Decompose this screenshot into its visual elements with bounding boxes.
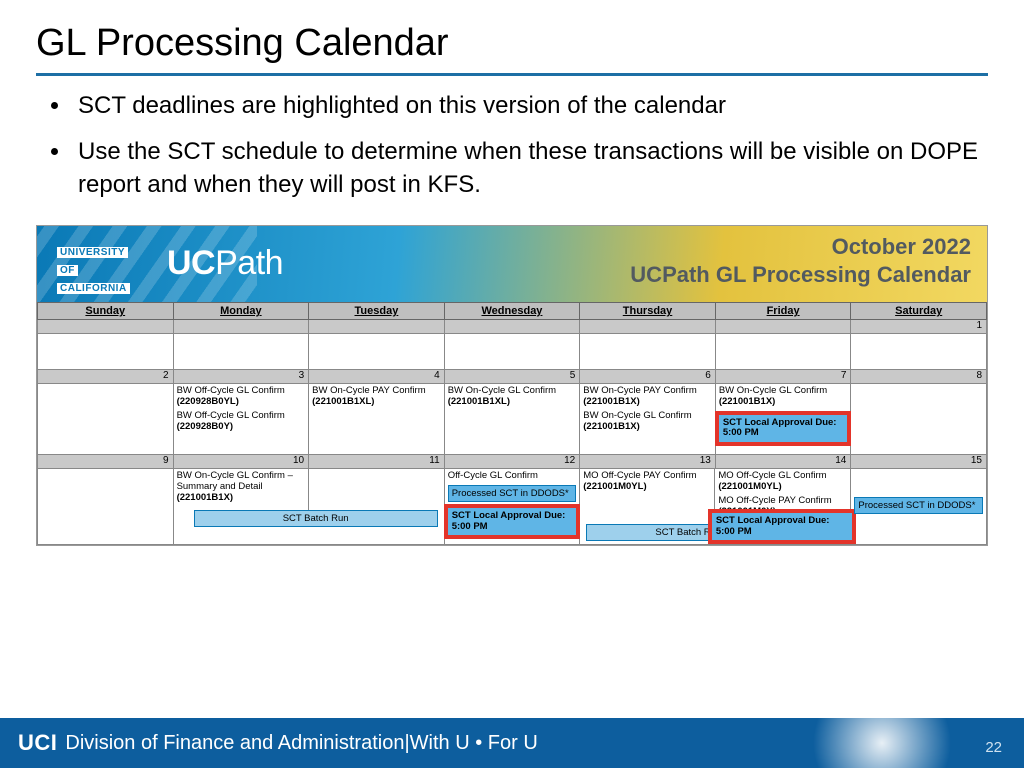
date-number: 9	[38, 455, 174, 469]
week-row	[38, 334, 987, 370]
weekday-header: Tuesday	[309, 303, 445, 320]
date-number	[173, 320, 309, 334]
date-number: 8	[851, 370, 987, 384]
calendar-event: BW Off-Cycle GL Confirm (220928B0Y)	[177, 411, 306, 433]
date-number: 12	[444, 455, 580, 469]
sct-processed-bar: Processed SCT in DDODS*	[448, 485, 577, 502]
date-number: 4	[309, 370, 445, 384]
calendar-event: BW On-Cycle PAY Confirm (221001B1XL)	[312, 386, 441, 408]
date-number: 7	[715, 370, 851, 384]
weekday-header: Friday	[715, 303, 851, 320]
weekday-header: Thursday	[580, 303, 716, 320]
calendar-event: BW On-Cycle GL Confirm (221001B1XL)	[448, 386, 577, 408]
calendar-event: BW On-Cycle GL Confirm – Summary and Det…	[177, 471, 305, 504]
date-number: 1	[851, 320, 987, 334]
slide-title: GL Processing Calendar	[0, 0, 1024, 73]
bullet-item: SCT deadlines are highlighted on this ve…	[72, 90, 988, 122]
calendar-event: MO Off-Cycle PAY Confirm (221001M0YL)	[583, 471, 711, 493]
uc-logo-line: CALIFORNIA	[57, 283, 130, 294]
date-number: 2	[38, 370, 174, 384]
slide-footer: UCI Division of Finance and Administrati…	[0, 718, 1024, 768]
calendar-event: Off-Cycle GL Confirm	[448, 471, 577, 482]
date-number	[715, 320, 851, 334]
sct-processed-bar: Processed SCT in DDODS*	[854, 497, 983, 514]
calendar-event: BW On-Cycle GL Confirm (221001B1X)	[719, 386, 848, 408]
date-number: 11	[309, 455, 445, 469]
calendar-event: BW Off-Cycle GL Confirm (220928B0YL)	[177, 386, 306, 408]
calendar-subtitle: UCPath GL Processing Calendar	[630, 262, 971, 288]
date-number	[38, 320, 174, 334]
footer-glow	[774, 718, 954, 768]
footer-division: Division of Finance and Administration	[65, 732, 404, 755]
date-number	[444, 320, 580, 334]
bullet-item: Use the SCT schedule to determine when t…	[72, 136, 988, 201]
calendar-image: UNIVERSITY OF CALIFORNIA UCPath October …	[36, 225, 988, 546]
week-row: BW On-Cycle GL Confirm – Summary and Det…	[38, 469, 987, 545]
date-number: 15	[851, 455, 987, 469]
weekday-header-row: Sunday Monday Tuesday Wednesday Thursday…	[38, 303, 987, 320]
title-rule	[36, 73, 988, 76]
date-number: 10	[173, 455, 309, 469]
calendar-grid: Sunday Monday Tuesday Wednesday Thursday…	[37, 302, 987, 545]
uc-logo-line: UNIVERSITY	[57, 247, 128, 258]
sct-approval-due: SCT Local Approval Due: 5:00 PM	[708, 509, 857, 544]
uci-logo-text: UCI	[18, 730, 57, 756]
sct-batch-run-bar: SCT Batch Run	[194, 510, 438, 527]
calendar-event: BW On-Cycle PAY Confirm (221001B1X)	[583, 386, 712, 408]
date-number	[580, 320, 716, 334]
date-number: 13	[580, 455, 716, 469]
date-number: 6	[580, 370, 716, 384]
weekday-header: Monday	[173, 303, 309, 320]
sct-approval-due: SCT Local Approval Due: 5:00 PM	[715, 411, 852, 446]
calendar-event: MO Off-Cycle GL Confirm (221001M0YL)	[718, 471, 847, 493]
calendar-event: BW On-Cycle GL Confirm (221001B1X)	[583, 411, 712, 433]
weekday-header: Saturday	[851, 303, 987, 320]
weekday-header: Wednesday	[444, 303, 580, 320]
ucpath-wordmark: UCPath	[167, 244, 283, 283]
date-number-row: 2 3 4 5 6 7 8	[38, 370, 987, 384]
date-number: 3	[173, 370, 309, 384]
weekday-header: Sunday	[38, 303, 174, 320]
date-number: 14	[715, 455, 851, 469]
date-number	[309, 320, 445, 334]
date-number: 5	[444, 370, 580, 384]
calendar-month: October 2022	[832, 234, 971, 260]
date-number-row: 1	[38, 320, 987, 334]
date-number-row: 9 10 11 12 13 14 15	[38, 455, 987, 469]
page-number: 22	[985, 739, 1002, 756]
bullet-list: SCT deadlines are highlighted on this ve…	[0, 90, 1024, 201]
uc-logo-line: OF	[57, 265, 78, 276]
calendar-banner: UNIVERSITY OF CALIFORNIA UCPath October …	[37, 226, 987, 302]
uc-logo: UNIVERSITY OF CALIFORNIA	[51, 238, 147, 300]
week-row: BW Off-Cycle GL Confirm (220928B0YL) BW …	[38, 384, 987, 455]
footer-tagline: With U • For U	[410, 732, 538, 755]
sct-approval-due: SCT Local Approval Due: 5:00 PM	[444, 504, 581, 539]
